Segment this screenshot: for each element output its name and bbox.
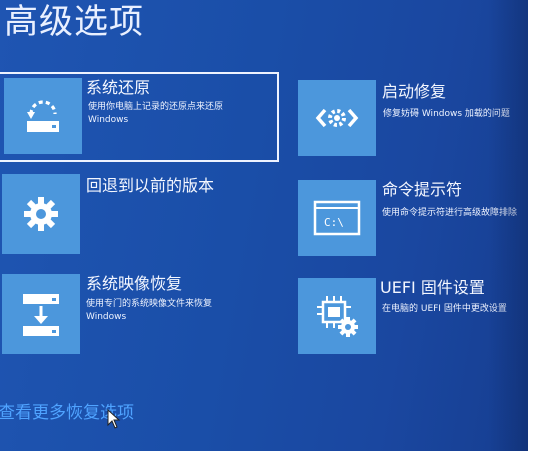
gear-icon: [24, 197, 58, 231]
option-command-prompt[interactable]: C:\ 命令提示符 使用命令提示符进行高级故障排除: [298, 180, 528, 258]
system-image-recovery-icon: [23, 294, 59, 336]
option-title: UEFI 固件设置: [380, 278, 485, 297]
option-description: 使用你电脑上记录的还原点来还原: [88, 102, 224, 112]
recovery-screen: 高级选项 系统还原 使用你电脑上记录的还原点来还原 Windows 启动修复 修…: [0, 0, 528, 451]
option-description: 使用专门的系统映像文件来恢复: [86, 299, 213, 309]
option-tile: C:\: [298, 180, 376, 256]
option-tile: [2, 274, 80, 354]
option-system-restore[interactable]: 系统还原 使用你电脑上记录的还原点来还原 Windows: [4, 78, 276, 156]
option-description: 修复妨碍 Windows 加载的问题: [383, 109, 510, 119]
option-description-line2: Windows: [86, 312, 127, 322]
option-description: 使用命令提示符进行高级故障排除: [382, 208, 518, 218]
option-system-image-recovery[interactable]: 系统映像恢复 使用专门的系统映像文件来恢复 Windows: [2, 274, 278, 354]
option-tile: [298, 278, 376, 354]
option-title: 系统还原: [86, 78, 151, 97]
svg-text:C:\: C:\: [324, 216, 344, 229]
mouse-cursor-icon: [107, 409, 121, 429]
uefi-firmware-icon: [317, 296, 358, 337]
option-title: 系统映像恢复: [86, 274, 183, 293]
startup-repair-icon: [315, 108, 359, 128]
option-tile: [4, 78, 82, 154]
page-title: 高级选项: [4, 2, 144, 42]
option-title: 命令提示符: [382, 180, 463, 199]
option-title: 启动修复: [382, 82, 447, 101]
option-startup-repair[interactable]: 启动修复 修复妨碍 Windows 加载的问题: [298, 80, 528, 158]
command-prompt-icon: C:\: [313, 200, 361, 236]
option-title: 回退到以前的版本: [86, 176, 215, 195]
option-description-line2: Windows: [88, 115, 129, 125]
option-description: 在电脑的 UEFI 固件中更改设置: [382, 304, 507, 314]
system-restore-icon: [27, 100, 59, 132]
option-tile: [298, 80, 376, 156]
option-tile: [2, 174, 80, 254]
option-uefi-firmware[interactable]: UEFI 固件设置 在电脑的 UEFI 固件中更改设置: [298, 278, 528, 356]
option-go-back[interactable]: 回退到以前的版本: [2, 174, 278, 254]
